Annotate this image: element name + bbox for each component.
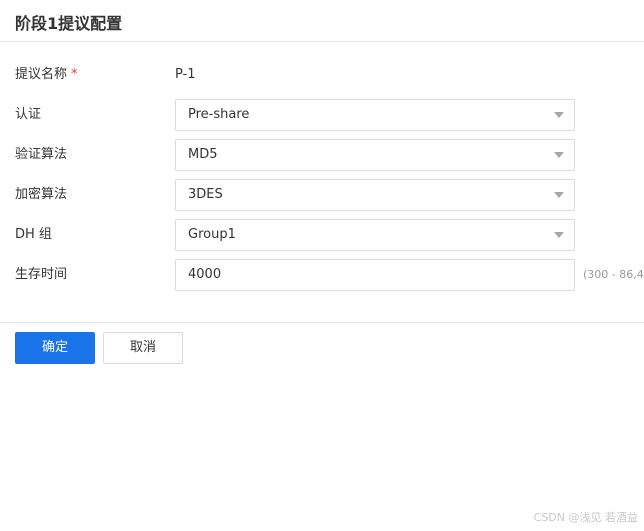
- auth-label: 认证: [15, 107, 42, 122]
- name-value: P-1: [175, 67, 196, 82]
- dialog-title: 阶段1提议配置: [15, 14, 123, 33]
- dh-select-value: Group1: [188, 227, 236, 242]
- form-row-encryption: 加密算法 3DES: [0, 179, 644, 211]
- chevron-down-icon: [554, 232, 564, 238]
- form-row-auth: 认证 Pre-share: [0, 99, 644, 131]
- name-label-text: 提议名称: [15, 67, 68, 82]
- name-label: 提议名称 *: [15, 59, 78, 91]
- encryption-label: 加密算法: [15, 187, 68, 202]
- lifetime-label: 生存时间: [15, 267, 68, 282]
- auth-select-value: Pre-share: [188, 107, 250, 122]
- dialog-header: 阶段1提议配置: [0, 0, 644, 42]
- lifetime-input-value: 4000: [188, 267, 222, 282]
- cancel-button[interactable]: 取消: [103, 332, 183, 364]
- encryption-select-value: 3DES: [188, 187, 223, 202]
- hash-algorithm-select[interactable]: MD5: [175, 139, 575, 171]
- auth-select[interactable]: Pre-share: [175, 99, 575, 131]
- lifetime-input[interactable]: 4000: [175, 259, 575, 291]
- hash-select-value: MD5: [188, 147, 218, 162]
- form-row-dh: DH 组 Group1: [0, 219, 644, 251]
- dh-group-select[interactable]: Group1: [175, 219, 575, 251]
- required-mark: *: [71, 67, 78, 82]
- chevron-down-icon: [554, 192, 564, 198]
- hash-label: 验证算法: [15, 147, 68, 162]
- encryption-algorithm-select[interactable]: 3DES: [175, 179, 575, 211]
- dh-label: DH 组: [15, 227, 52, 242]
- chevron-down-icon: [554, 112, 564, 118]
- form-row-hash: 验证算法 MD5: [0, 139, 644, 171]
- lifetime-range-hint: (300 - 86,40: [583, 268, 644, 281]
- confirm-button[interactable]: 确定: [15, 332, 95, 364]
- chevron-down-icon: [554, 152, 564, 158]
- watermark: CSDN @浅见 若酒益: [533, 511, 638, 524]
- form-row-lifetime: 生存时间 4000 (300 - 86,40: [0, 259, 644, 291]
- footer-divider: [0, 322, 644, 323]
- proposal-dialog: 阶段1提议配置 提议名称 * P-1 认证 Pre-share 验证算法 MD5 …: [0, 0, 644, 531]
- form-row-name: 提议名称 * P-1: [0, 59, 644, 91]
